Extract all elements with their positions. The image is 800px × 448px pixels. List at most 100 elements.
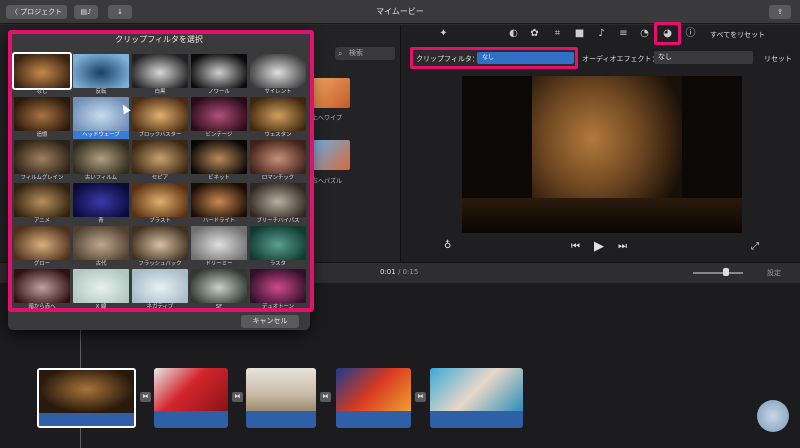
preview-ground <box>462 198 742 233</box>
transition-icon[interactable]: ⧓ <box>140 392 151 402</box>
filter-label: 反転 <box>95 89 107 95</box>
filter-thumbnail <box>14 226 70 260</box>
zoom-slider-knob[interactable] <box>723 268 729 276</box>
filter-option[interactable]: 古いフィルム <box>73 140 129 182</box>
filter-thumbnail <box>73 183 129 217</box>
filter-thumbnail <box>250 269 306 303</box>
transition-thumb[interactable] <box>312 140 350 170</box>
filter-option[interactable]: ロマンチック <box>250 140 306 182</box>
filter-label: ビンテージ <box>205 132 233 138</box>
filter-option[interactable]: ドリーミー <box>191 226 247 268</box>
filter-label: X 線 <box>95 304 107 310</box>
filter-label: セピア <box>151 175 169 181</box>
fullscreen-icon[interactable]: ⤢ <box>751 241 759 252</box>
filter-label: 古代 <box>95 261 107 267</box>
timeline-clip[interactable] <box>430 368 523 428</box>
filter-label: アニメ <box>33 218 51 224</box>
filter-option[interactable]: ビネット <box>191 140 247 182</box>
color-balance-icon[interactable]: ◐ <box>507 27 520 40</box>
clip-thumbnail <box>39 370 134 413</box>
filter-option[interactable]: フィルムグレイン <box>14 140 70 182</box>
magic-wand-icon[interactable]: ✦ <box>437 27 450 40</box>
filter-thumbnail <box>132 97 188 131</box>
top-toolbar: 〈 プロジェクト ▤♪ ↓ マイムービー ⇪ <box>0 0 800 24</box>
filter-thumbnail <box>14 269 70 303</box>
play-icon[interactable]: ▶ <box>594 239 604 254</box>
cancel-button[interactable]: キャンセル <box>241 315 299 328</box>
share-icon[interactable]: ⇪ <box>769 5 791 19</box>
filter-option[interactable]: ヘッドウェーブ <box>73 97 129 139</box>
filter-thumbnail <box>14 97 70 131</box>
timeline-clip[interactable] <box>37 368 136 428</box>
filter-label: ノワール <box>208 89 230 95</box>
reset-button[interactable]: リセット <box>764 54 792 64</box>
filter-label: ハードライト <box>202 218 236 224</box>
reset-all-button[interactable]: すべてをリセット <box>710 30 765 40</box>
filter-option[interactable]: 反転 <box>73 54 129 96</box>
clip-thumbnail <box>154 368 228 411</box>
clip-thumbnail <box>246 368 316 411</box>
filter-thumbnail <box>132 54 188 88</box>
filter-label: ブロックバスター <box>138 132 182 138</box>
filter-option[interactable]: セピア <box>132 140 188 182</box>
filter-thumbnail <box>14 140 70 174</box>
filter-label: ネガティブ <box>146 304 174 310</box>
filter-label: フィルムグレイン <box>20 175 64 181</box>
search-input[interactable]: ⌕ 検索 <box>335 47 395 60</box>
transition-icon[interactable]: ⧓ <box>320 392 331 402</box>
timeline-clip[interactable] <box>154 368 228 428</box>
filter-option[interactable]: ラスタ <box>250 226 306 268</box>
filter-thumbnail <box>132 183 188 217</box>
settings-button[interactable]: 設定 <box>767 268 781 278</box>
filter-option[interactable]: フラッシュバック <box>132 226 188 268</box>
clip-filter-select[interactable]: なし <box>477 52 574 64</box>
filter-option[interactable]: なし <box>12 52 72 96</box>
transition-icon[interactable]: ⧓ <box>232 392 243 402</box>
filter-option[interactable]: ブリーチバイパス <box>250 183 306 225</box>
filter-option[interactable]: ハードライト <box>191 183 247 225</box>
filter-option[interactable]: 青 <box>73 183 129 225</box>
filter-thumbnail <box>191 269 247 303</box>
filter-option[interactable]: 追憶 <box>14 97 70 139</box>
stabilization-icon[interactable]: ■ <box>573 27 586 40</box>
volume-icon[interactable]: ♪ <box>595 27 608 40</box>
filter-option[interactable]: グロー <box>14 226 70 268</box>
audio-effect-select[interactable]: なし <box>654 51 753 64</box>
filter-option[interactable]: ブラスト <box>132 183 188 225</box>
palette-icon[interactable]: ✿ <box>528 27 541 40</box>
crop-icon[interactable]: ⌗ <box>551 27 564 40</box>
equalizer-icon[interactable]: ≡ <box>617 27 630 40</box>
filter-option[interactable]: 白黒 <box>132 54 188 96</box>
filter-option[interactable]: デュオトーン <box>250 269 306 311</box>
previous-icon[interactable]: ⏮ <box>571 241 580 252</box>
transition-icon[interactable]: ⧓ <box>415 392 426 402</box>
filter-option[interactable]: SF <box>191 269 247 311</box>
search-placeholder: 検索 <box>349 49 363 57</box>
timeline-clip[interactable] <box>246 368 316 428</box>
filter-option[interactable]: ブロックバスター <box>132 97 188 139</box>
microphone-icon[interactable]: ♁ <box>444 240 451 251</box>
transition-label: 右へパズル <box>312 178 343 185</box>
filter-option[interactable]: アニメ <box>14 183 70 225</box>
filter-thumbnail <box>132 140 188 174</box>
filter-option[interactable]: ノワール <box>191 54 247 96</box>
filter-option[interactable]: ウェスタン <box>250 97 306 139</box>
filter-thumbnail <box>73 97 129 131</box>
filter-option[interactable]: ネガティブ <box>132 269 188 311</box>
filter-label: デュオトーン <box>261 304 295 310</box>
speed-icon[interactable]: ◔ <box>638 27 651 40</box>
filter-option[interactable]: 古代 <box>73 226 129 268</box>
filter-option[interactable]: 暗から赤へ <box>14 269 70 311</box>
filter-option[interactable]: X 線 <box>73 269 129 311</box>
filter-option[interactable]: サイレント <box>250 54 306 96</box>
filter-label: なし <box>36 89 48 95</box>
info-icon[interactable]: ⓘ <box>684 27 697 40</box>
zoom-slider[interactable] <box>693 272 743 274</box>
transition-label: 上へワイプ <box>312 115 343 122</box>
globe-icon <box>757 400 789 432</box>
timeline-clip[interactable] <box>336 368 411 428</box>
next-icon[interactable]: ⏭ <box>618 241 627 252</box>
transition-thumb[interactable] <box>312 78 350 108</box>
filter-thumbnail <box>191 183 247 217</box>
filter-option[interactable]: ビンテージ <box>191 97 247 139</box>
